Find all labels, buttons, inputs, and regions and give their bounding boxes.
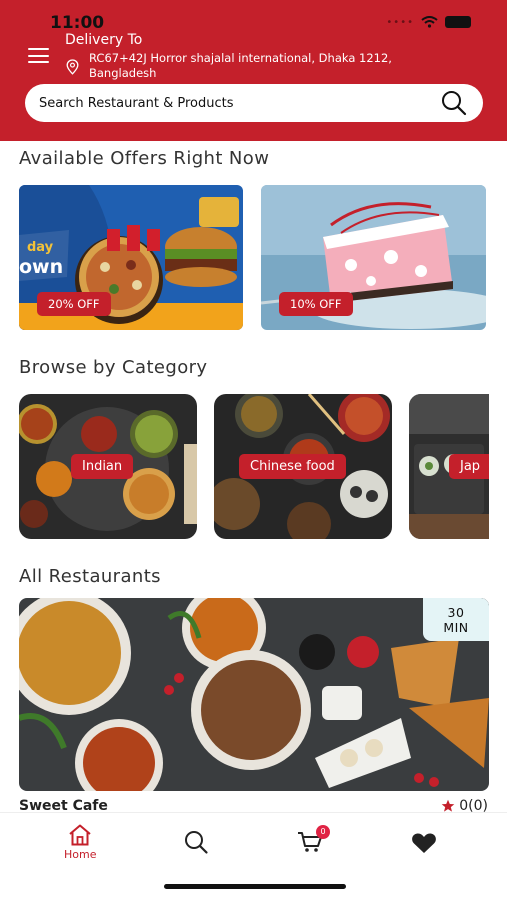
status-time: 11:00 [50,13,105,33]
offer-discount-badge: 20% OFF [37,292,111,316]
delivery-title: Delivery To [65,32,143,48]
wifi-icon [421,16,438,28]
cart-count-badge: 0 [316,825,330,839]
restaurant-food-image [19,598,489,791]
battery-icon [445,16,471,28]
signal-icon: •••• [386,16,414,28]
offer-discount-badge: 10% OFF [279,292,353,316]
delivery-time-badge: 30 MIN [423,598,489,641]
star-icon [441,799,455,812]
search-input[interactable]: Search Restaurant & Products [39,96,439,111]
delivery-time-unit: MIN [443,619,469,635]
svg-text:day: day [27,240,54,255]
nav-home[interactable]: Home [64,823,96,861]
hamburger-menu-icon[interactable] [28,48,49,63]
nav-favorites[interactable] [411,832,437,854]
offer-card[interactable]: day own 20% OFF [19,185,243,330]
app-header: 11:00 •••• Delivery To RC67+42J Horror s… [0,0,507,141]
offers-section-title: Available Offers Right Now [19,148,270,169]
nav-cart[interactable]: 0 [297,825,330,857]
home-icon [69,824,91,846]
svg-text:own: own [19,256,63,278]
status-icons: •••• [386,16,471,28]
category-card-chinese[interactable]: Chinese food [214,394,392,539]
home-indicator [164,884,346,889]
delivery-time-value: 30 [447,604,465,620]
cart-icon-wrap: 0 [297,825,330,857]
category-label: Indian [71,454,134,479]
offer-card[interactable]: 10% OFF [261,185,486,330]
search-icon[interactable] [439,88,469,118]
category-card-indian[interactable]: Indian [19,394,197,539]
restaurants-section-title: All Restaurants [19,566,161,587]
nav-search[interactable] [183,829,209,855]
heart-icon [412,833,436,853]
categories-section-title: Browse by Category [19,357,208,378]
nav-home-label: Home [64,848,97,861]
restaurant-card[interactable]: 30 MIN [19,598,489,791]
category-card-japanese[interactable]: Jap [409,394,489,539]
location-pin-icon [66,59,79,75]
delivery-address[interactable]: RC67+42J Horror shajalal international, … [89,51,459,81]
search-bar[interactable]: Search Restaurant & Products [25,84,483,122]
search-icon [185,831,208,854]
category-label: Chinese food [239,454,346,479]
category-label: Jap [449,454,489,479]
